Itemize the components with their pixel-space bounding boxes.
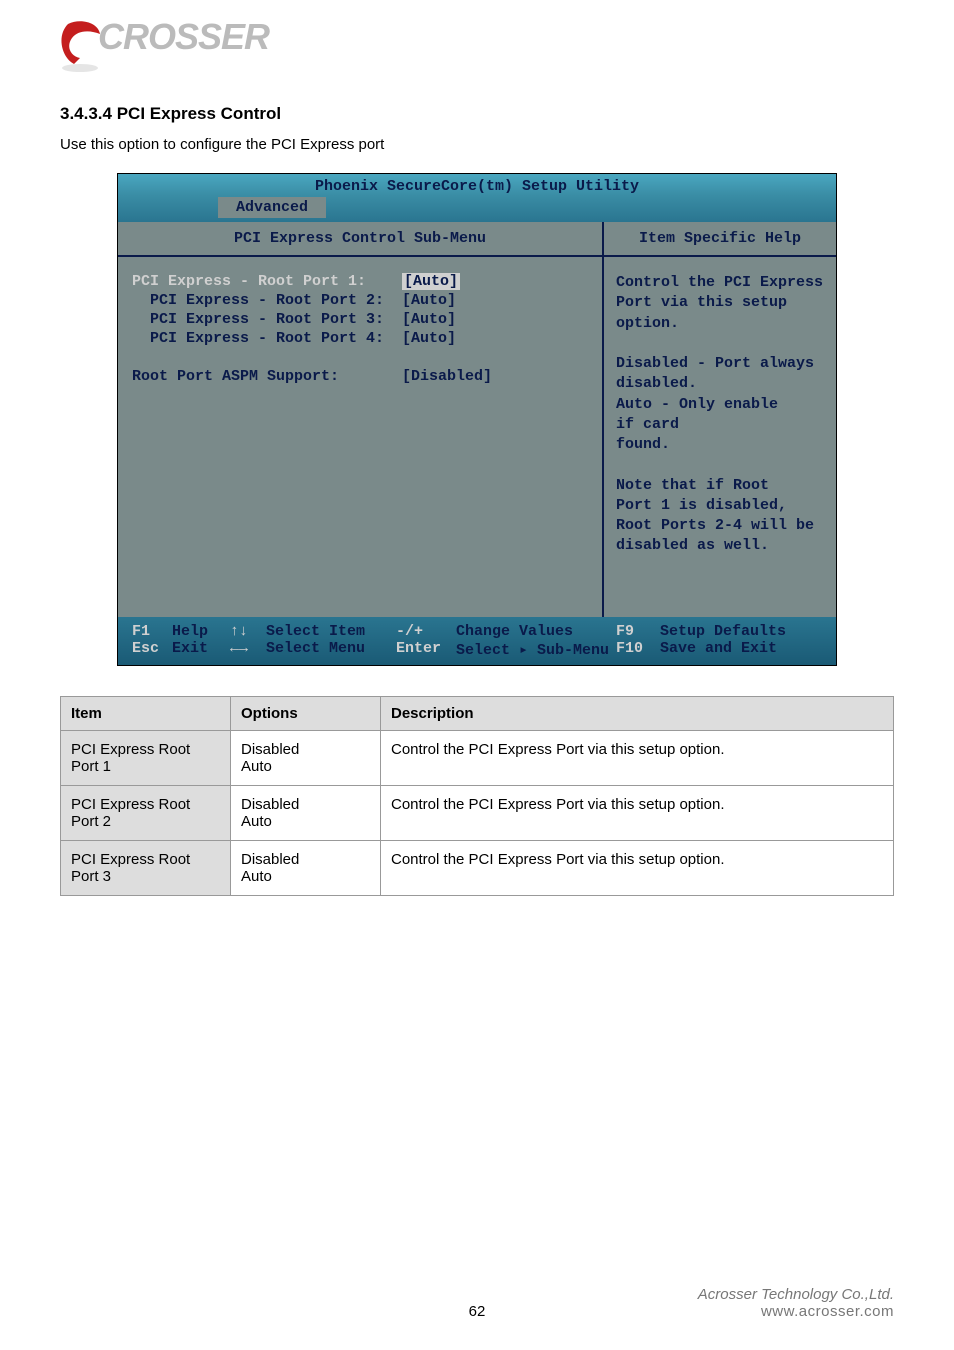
key-enter: Enter (396, 640, 456, 659)
bios-tab-row: Advanced (118, 195, 836, 222)
cell-description: Control the PCI Express Port via this se… (381, 841, 894, 896)
bios-row-value: [Auto] (402, 311, 456, 328)
bios-row-aspm[interactable]: Root Port ASPM Support: [Disabled] (132, 368, 588, 385)
bios-tab-advanced[interactable]: Advanced (218, 197, 326, 218)
key-esc: Esc (132, 640, 172, 659)
bios-footer: F1 Help ↑↓ Select Item -/+ Change Values… (118, 617, 836, 665)
bios-screenshot: Phoenix SecureCore(tm) Setup Utility Adv… (117, 173, 837, 666)
bios-row-label: PCI Express - Root Port 4: (132, 330, 402, 347)
logo-text: CROSSER (98, 16, 269, 58)
bios-settings-list: PCI Express - Root Port 1: [Auto] PCI Ex… (118, 257, 602, 617)
bios-title: Phoenix SecureCore(tm) Setup Utility (118, 174, 836, 195)
key-minus-plus: -/+ (396, 623, 456, 640)
bios-row-value: [Auto] (402, 330, 456, 347)
bios-row-label: PCI Express - Root Port 2: (132, 292, 402, 309)
bios-body: PCI Express Control Sub-Menu PCI Express… (118, 222, 836, 617)
bios-help-text: Control the PCI Express Port via this se… (604, 257, 836, 573)
label-change-values: Change Values (456, 623, 616, 640)
page-footer: Acrosser Technology Co.,Ltd. www.acrosse… (698, 1286, 894, 1320)
bios-left-pane: PCI Express Control Sub-Menu PCI Express… (118, 222, 604, 617)
section-heading: 3.4.3.4 PCI Express Control (60, 104, 894, 124)
cell-item: PCI Express Root Port 3 (61, 841, 231, 896)
label-exit: Exit (172, 640, 230, 659)
table-row: PCI Express Root Port 2 Disabled Auto Co… (61, 786, 894, 841)
cell-options: Disabled Auto (231, 786, 381, 841)
logo-text-wrap: CROSSER (104, 20, 269, 58)
bios-footer-line2: Esc Exit ←→ Select Menu Enter Select ▸ S… (132, 640, 822, 659)
bios-right-pane: Item Specific Help Control the PCI Expre… (604, 222, 836, 617)
logo: CROSSER (60, 20, 894, 64)
col-item: Item (61, 697, 231, 731)
key-f10: F10 (616, 640, 660, 659)
cell-item: PCI Express Root Port 2 (61, 786, 231, 841)
bios-row-port4[interactable]: PCI Express - Root Port 4: [Auto] (132, 330, 588, 347)
page-number: 62 (469, 1303, 486, 1320)
cell-description: Control the PCI Express Port via this se… (381, 731, 894, 786)
key-f9: F9 (616, 623, 660, 640)
label-select-item: Select Item (266, 623, 396, 640)
bios-row-value: [Auto] (402, 273, 460, 290)
cell-options: Disabled Auto (231, 731, 381, 786)
key-f1: F1 (132, 623, 172, 640)
bios-row-port1[interactable]: PCI Express - Root Port 1: [Auto] (132, 273, 588, 290)
label-save-exit: Save and Exit (660, 640, 777, 659)
table-header-row: Item Options Description (61, 697, 894, 731)
bios-row-spacer (132, 349, 588, 366)
label-select-submenu: Select ▸ Sub-Menu (456, 640, 616, 659)
label-select-menu: Select Menu (266, 640, 396, 659)
cell-options: Disabled Auto (231, 841, 381, 896)
cell-description: Control the PCI Express Port via this se… (381, 786, 894, 841)
bios-left-header: PCI Express Control Sub-Menu (118, 222, 602, 257)
cell-item: PCI Express Root Port 1 (61, 731, 231, 786)
bios-row-port2[interactable]: PCI Express - Root Port 2: [Auto] (132, 292, 588, 309)
arrows-updown-icon: ↑↓ (230, 623, 266, 640)
col-description: Description (381, 697, 894, 731)
bios-row-label: PCI Express - Root Port 3: (132, 311, 402, 328)
bios-footer-line1: F1 Help ↑↓ Select Item -/+ Change Values… (132, 623, 822, 640)
bios-row-label: PCI Express - Root Port 1: (132, 273, 402, 290)
section-description: Use this option to configure the PCI Exp… (60, 136, 894, 153)
footer-url: www.acrosser.com (698, 1303, 894, 1320)
label-help: Help (172, 623, 230, 640)
settings-table: Item Options Description PCI Express Roo… (60, 696, 894, 896)
logo-icon (60, 20, 104, 64)
bios-row-port3[interactable]: PCI Express - Root Port 3: [Auto] (132, 311, 588, 328)
bios-row-label: Root Port ASPM Support: (132, 368, 402, 385)
table-row: PCI Express Root Port 1 Disabled Auto Co… (61, 731, 894, 786)
label-setup-defaults: Setup Defaults (660, 623, 786, 640)
col-options: Options (231, 697, 381, 731)
arrows-leftright-icon: ←→ (230, 640, 266, 659)
bios-row-value: [Auto] (402, 292, 456, 309)
table-row: PCI Express Root Port 3 Disabled Auto Co… (61, 841, 894, 896)
bios-row-value: [Disabled] (402, 368, 492, 385)
footer-company: Acrosser Technology Co.,Ltd. (698, 1286, 894, 1303)
bios-right-header: Item Specific Help (604, 222, 836, 257)
